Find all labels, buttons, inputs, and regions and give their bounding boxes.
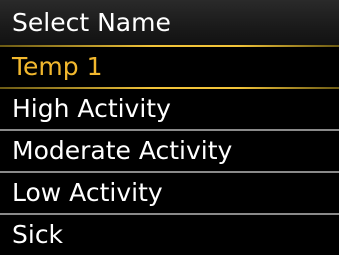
select-name-screen: Select Name Temp 1 High Activity Moderat… [0, 0, 339, 255]
menu-item-sick[interactable]: Sick [0, 215, 339, 255]
menu-item-low-activity[interactable]: Low Activity [0, 173, 339, 213]
menu-item-moderate-activity[interactable]: Moderate Activity [0, 131, 339, 171]
menu-item-high-activity[interactable]: High Activity [0, 89, 339, 129]
screen-title: Select Name [0, 0, 339, 45]
menu-item-temp-1[interactable]: Temp 1 [0, 47, 339, 87]
